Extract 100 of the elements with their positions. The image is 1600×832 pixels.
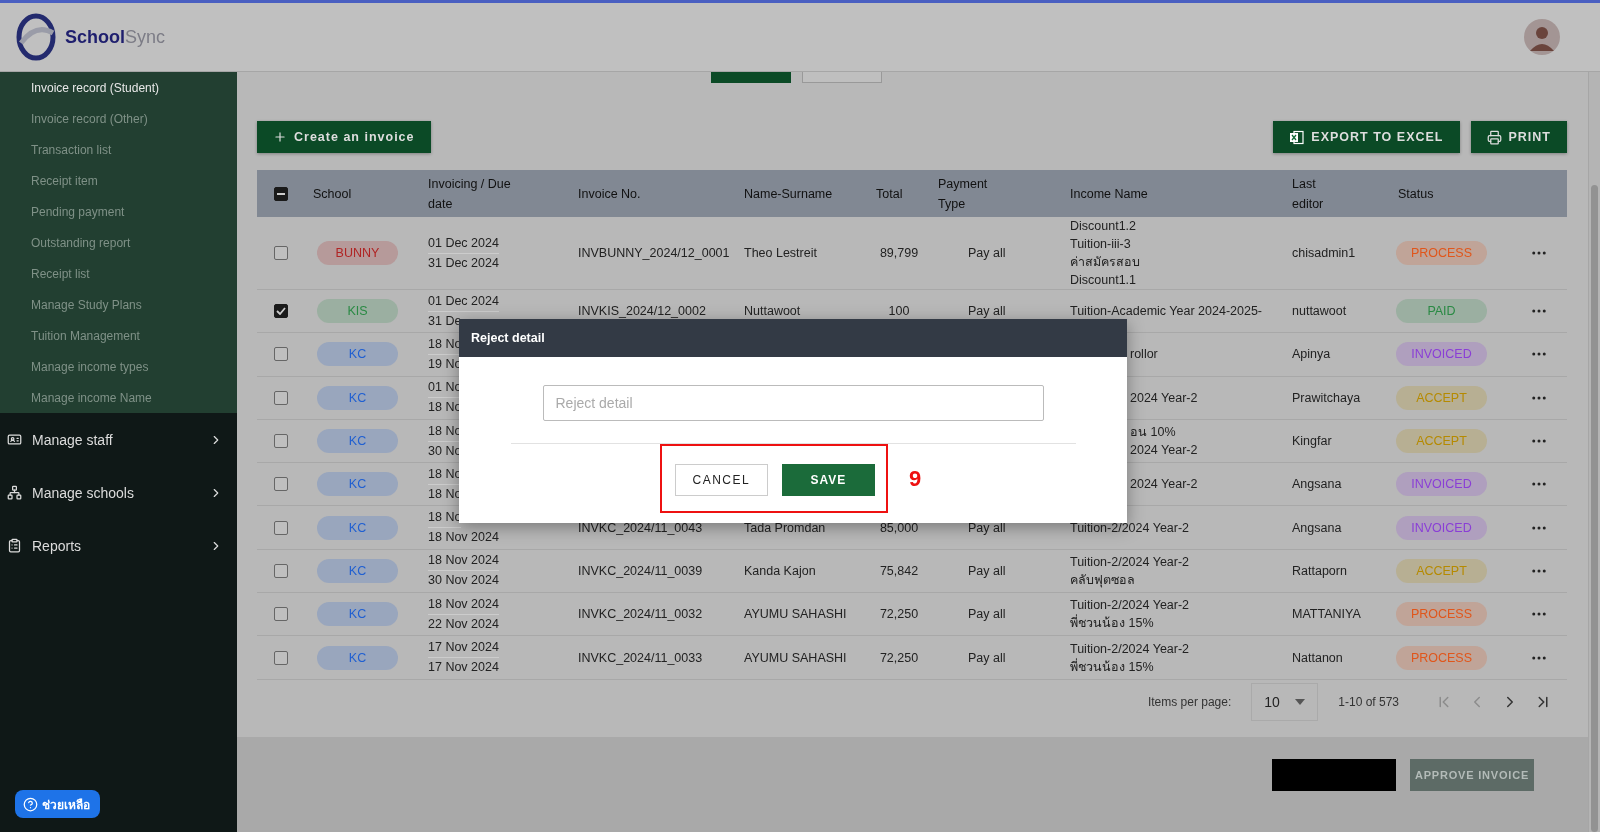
row-checkbox[interactable] — [274, 650, 288, 665]
logo-icon — [15, 13, 57, 61]
editor-name: MATTANIYA — [1291, 607, 1362, 622]
editor-name: Rattaporn — [1291, 563, 1348, 578]
student-name: Nuttawoot — [743, 304, 802, 319]
submenu-item[interactable]: Receipt list — [0, 258, 237, 289]
network-icon — [7, 485, 22, 500]
submenu-item[interactable]: Pending payment — [0, 196, 237, 227]
row-checkbox[interactable] — [274, 520, 288, 535]
invoice-number: INVKC_2024/11_0039 — [577, 563, 704, 578]
column-header: Name-Surname — [743, 185, 834, 203]
submenu-item[interactable]: Manage income types — [0, 351, 237, 382]
school-tag: KC — [317, 472, 398, 497]
status-badge: ACCEPT — [1396, 558, 1487, 583]
column-header: Status — [1397, 185, 1435, 203]
save-button[interactable]: SAVE — [781, 464, 875, 496]
student-name: Theo Lestreit — [743, 246, 818, 260]
editor-name: Angsana — [1291, 520, 1343, 535]
school-tag: KC — [317, 342, 398, 367]
create-invoice-button[interactable]: Create an invoice — [257, 121, 431, 153]
column-header: Last editor — [1291, 175, 1324, 213]
status-badge: PROCESS — [1396, 602, 1487, 627]
payment-type: Pay all — [967, 304, 1007, 319]
date-text: 18 Nov 2024 — [428, 594, 499, 615]
sidebar-item[interactable]: Manage staff — [0, 413, 237, 466]
school-tag: BUNNY — [317, 241, 398, 265]
income-name: คลับฟุตซอล — [1069, 571, 1136, 589]
invoice-number: INVKC_2024/11_0032 — [577, 607, 704, 622]
submenu-item[interactable]: Transaction list — [0, 134, 237, 165]
total-amount: 72,250 — [878, 607, 920, 622]
date-text: 01 Dec 2024 — [428, 291, 499, 312]
total-amount: 100 — [887, 304, 911, 319]
payment-type: Pay all — [967, 650, 1007, 665]
date-text: 18 Nov 2024 — [428, 529, 499, 547]
income-name: อน 10% — [1129, 424, 1177, 442]
cancel-button[interactable]: CANCEL — [674, 464, 768, 496]
annotation-number: 9 — [908, 465, 922, 492]
row-checkbox[interactable] — [274, 434, 288, 449]
income-name: พี่ชวนน้อง 15% — [1069, 657, 1155, 676]
column-header: Income Name — [1069, 185, 1149, 203]
sidebar-item[interactable]: Manage schools — [0, 466, 237, 519]
row-checkbox[interactable] — [274, 246, 288, 260]
row-checkbox[interactable] — [274, 304, 288, 319]
row-checkbox[interactable] — [274, 477, 288, 492]
income-name: Tuition-2/2024 Year-2 — [1069, 597, 1191, 614]
row-checkbox[interactable] — [274, 390, 288, 405]
row-checkbox[interactable] — [274, 347, 288, 362]
column-header: School — [312, 185, 353, 203]
school-tag: KIS — [317, 299, 398, 324]
print-button[interactable]: PRINT — [1470, 121, 1567, 153]
status-badge: INVOICED — [1396, 472, 1487, 497]
income-name: ค่าสมัครสอบ — [1069, 254, 1141, 271]
submenu-item[interactable]: Outstanding report — [0, 227, 237, 258]
sidebar-item[interactable]: Reports — [0, 519, 237, 572]
income-name: 2024 Year-2 — [1129, 442, 1199, 460]
scrollbar[interactable] — [1588, 72, 1600, 832]
editor-name: chisadmin1 — [1291, 246, 1357, 260]
help-icon — [23, 796, 38, 812]
invoice-number: INVKC_2024/11_0043 — [577, 520, 704, 535]
caret-icon — [1295, 698, 1306, 705]
page-size-select[interactable]: 10 — [1251, 682, 1319, 721]
income-name: 2024 Year-2 — [1129, 389, 1199, 407]
submenu-item[interactable]: Tuition Management — [0, 320, 237, 351]
income-name: พี่ชวนน้อง 15% — [1069, 614, 1155, 633]
invoice-number: INVBUNNY_2024/12_0001 — [577, 246, 731, 260]
date-text: 17 Nov 2024 — [428, 638, 499, 658]
row-checkbox[interactable] — [274, 563, 288, 578]
row-checkbox[interactable] — [274, 607, 288, 622]
page-range: 1-10 of 573 — [1338, 694, 1399, 709]
export-excel-button[interactable]: EXPORT TO EXCEL — [1273, 121, 1460, 153]
submenu-item[interactable]: Invoice record (Student) — [0, 72, 237, 103]
date-text: 01 Dec 2024 — [428, 233, 499, 254]
column-header: Payment Type — [937, 175, 989, 213]
reject-detail-input[interactable]: Reject detail — [542, 385, 1044, 421]
income-name: 2024 Year-2 — [1129, 476, 1199, 494]
column-header: Total — [875, 185, 904, 203]
avatar[interactable] — [1524, 19, 1560, 55]
dialog-title: Reject detail — [471, 331, 545, 345]
status-badge: PAID — [1396, 299, 1487, 324]
student-name: Kanda Kajon — [743, 563, 817, 578]
payment-type: Pay all — [967, 607, 1007, 622]
total-amount: 75,842 — [878, 563, 920, 578]
submenu-item[interactable]: Manage income Name — [0, 382, 237, 413]
check-icon — [276, 307, 286, 316]
payment-type: Pay all — [967, 563, 1007, 578]
income-name: Tuition-iii-3 — [1069, 236, 1132, 253]
income-name: Discount1.2 — [1069, 218, 1137, 235]
date-text: 22 Nov 2024 — [428, 615, 499, 633]
income-name: Discount1.1 — [1069, 272, 1137, 289]
status-badge: INVOICED — [1396, 342, 1487, 367]
total-amount: 89,799 — [878, 246, 920, 260]
spreadsheet-icon — [1289, 129, 1305, 145]
help-button[interactable]: ช่วยเหลือ — [15, 790, 100, 818]
school-tag: KC — [317, 385, 398, 410]
submenu-item[interactable]: Manage Study Plans — [0, 289, 237, 320]
submenu-item[interactable]: Invoice record (Other) — [0, 103, 237, 134]
submenu-item[interactable]: Receipt item — [0, 165, 237, 196]
select-all-checkbox[interactable] — [274, 186, 288, 201]
editor-name: Apinya — [1291, 347, 1332, 362]
status-badge: INVOICED — [1396, 515, 1487, 540]
